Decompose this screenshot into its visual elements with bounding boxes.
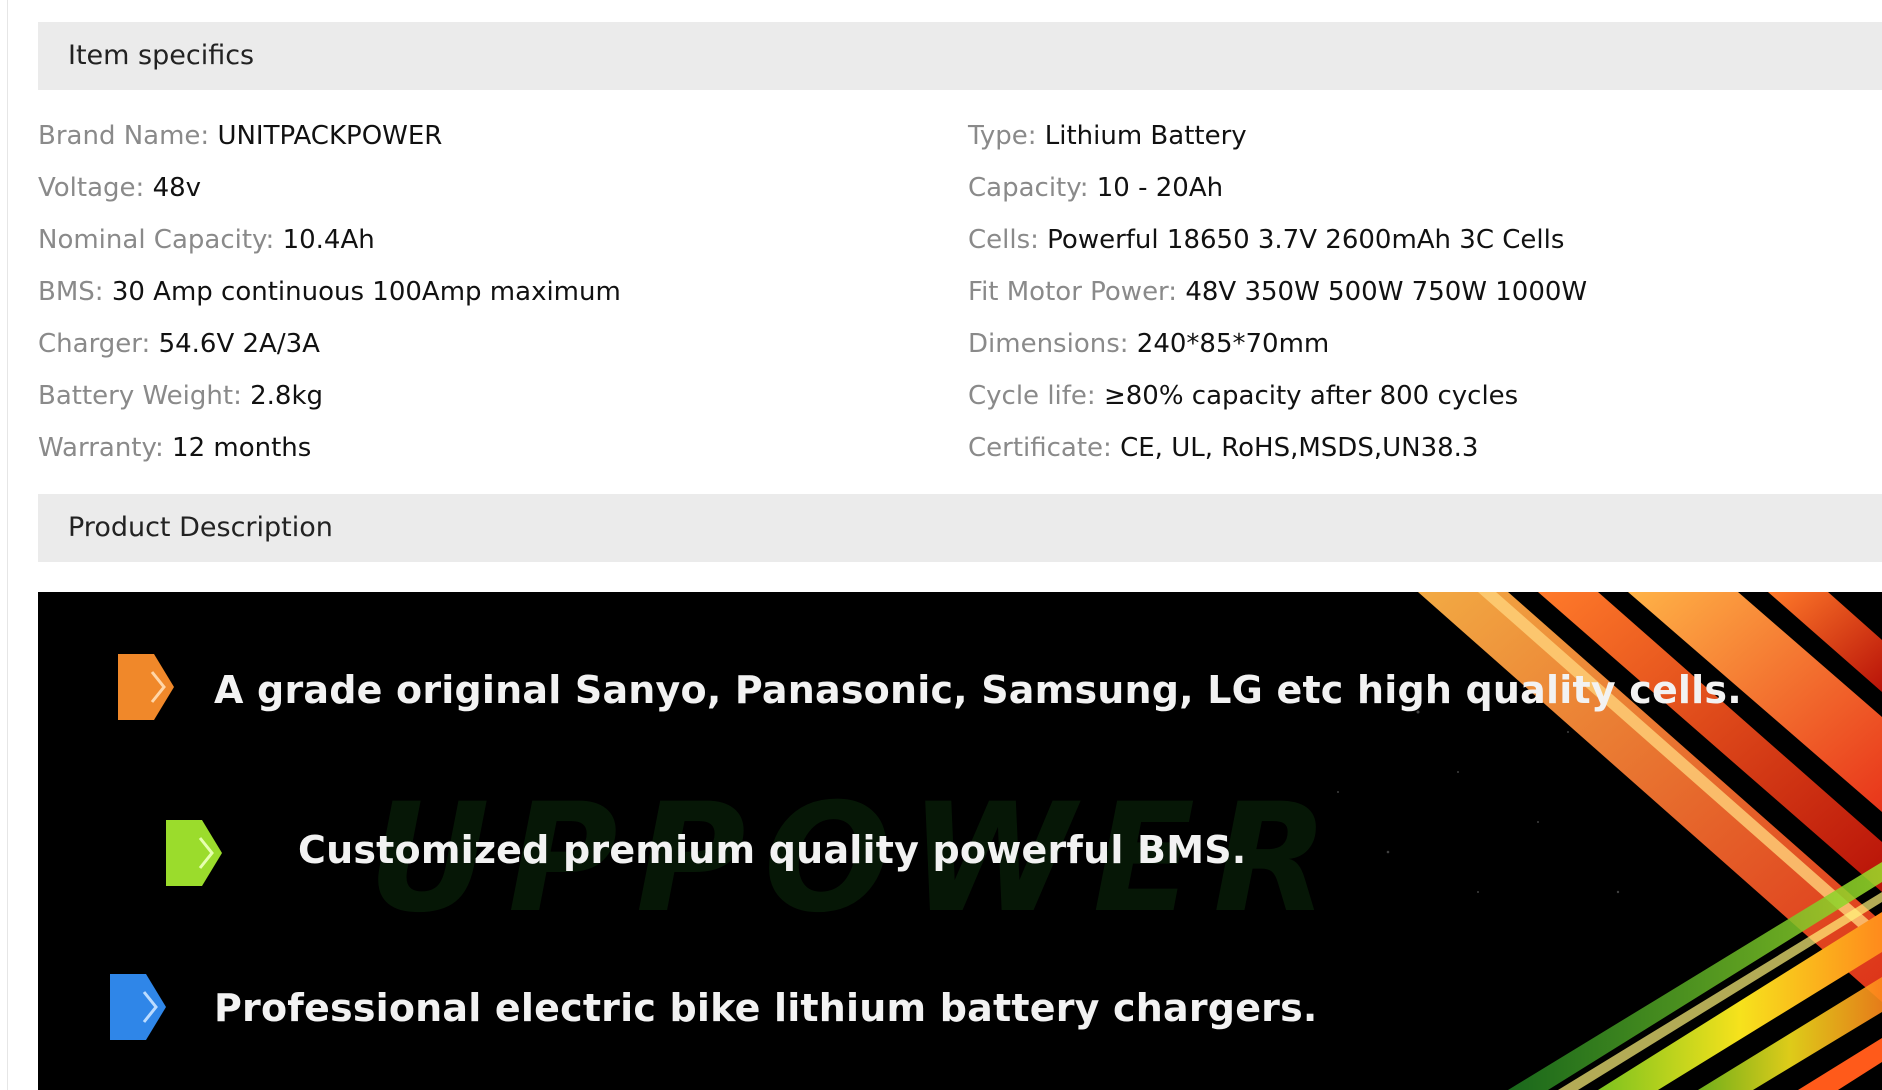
spec-row: Fit Motor Power: 48V 350W 500W 750W 1000… — [968, 266, 1587, 318]
spec-row: Nominal Capacity: 10.4Ah — [38, 214, 375, 266]
product-banner-image: UPPOWER A grade original Sanyo, Panasoni… — [38, 592, 1882, 1090]
spec-value: 12 months — [172, 433, 312, 463]
spec-row: Cycle life: ≥80% capacity after 800 cycl… — [968, 370, 1518, 422]
spec-row: Capacity: 10 - 20Ah — [968, 162, 1223, 214]
spec-row: Dimensions: 240*85*70mm — [968, 318, 1329, 370]
spec-value: 2.8kg — [250, 381, 324, 411]
spec-key: BMS: — [38, 277, 104, 307]
banner-feature-3: Professional electric bike lithium batte… — [214, 986, 1318, 1030]
banner-feature-2: Customized premium quality powerful BMS. — [298, 828, 1247, 872]
item-specifics-title: Item specifics — [68, 40, 255, 71]
spec-key: Certificate: — [968, 433, 1112, 463]
spec-key: Cells: — [968, 225, 1039, 255]
spec-key: Capacity: — [968, 173, 1089, 203]
spec-value: CE, UL, RoHS,MSDS,UN38.3 — [1120, 433, 1479, 463]
spec-row: Certificate: CE, UL, RoHS,MSDS,UN38.3 — [968, 422, 1478, 474]
page-left-border — [7, 0, 8, 1090]
spec-value: 54.6V 2A/3A — [158, 329, 320, 359]
spec-row: Charger: 54.6V 2A/3A — [38, 318, 320, 370]
spec-row: Warranty: 12 months — [38, 422, 311, 474]
spec-value: ≥80% capacity after 800 cycles — [1103, 381, 1519, 411]
spec-value: 30 Amp continuous 100Amp maximum — [111, 277, 621, 307]
spec-key: Fit Motor Power: — [968, 277, 1178, 307]
spec-key: Brand Name: — [38, 121, 210, 151]
product-description-header: Product Description — [38, 494, 1882, 562]
spec-row: BMS: 30 Amp continuous 100Amp maximum — [38, 266, 621, 318]
spec-row: Voltage: 48v — [38, 162, 201, 214]
item-specifics-header: Item specifics — [38, 22, 1882, 90]
spec-value: 10 - 20Ah — [1096, 173, 1224, 203]
orange-tag-icon — [118, 654, 174, 720]
spec-key: Nominal Capacity: — [38, 225, 275, 255]
spec-key: Type: — [968, 121, 1037, 151]
spec-key: Cycle life: — [968, 381, 1096, 411]
spec-row: Type: Lithium Battery — [968, 110, 1247, 162]
spec-value: UNITPACKPOWER — [217, 121, 443, 151]
spec-key: Warranty: — [38, 433, 164, 463]
spec-row: Battery Weight: 2.8kg — [38, 370, 323, 422]
spec-key: Voltage: — [38, 173, 145, 203]
spec-value: Lithium Battery — [1044, 121, 1247, 151]
spec-key: Charger: — [38, 329, 151, 359]
green-tag-icon — [166, 820, 222, 886]
banner-feature-1: A grade original Sanyo, Panasonic, Samsu… — [214, 668, 1742, 712]
blue-tag-icon — [110, 974, 166, 1040]
spec-row: Brand Name: UNITPACKPOWER — [38, 110, 442, 162]
spec-value: 48v — [152, 173, 202, 203]
spec-value: 240*85*70mm — [1136, 329, 1330, 359]
spec-value: 10.4Ah — [282, 225, 375, 255]
item-specifics-list: Brand Name: UNITPACKPOWER Voltage: 48v N… — [38, 110, 1882, 480]
spec-value: 48V 350W 500W 750W 1000W — [1185, 277, 1588, 307]
spec-value: Powerful 18650 3.7V 2600mAh 3C Cells — [1047, 225, 1565, 255]
spec-key: Battery Weight: — [38, 381, 242, 411]
product-description-title: Product Description — [68, 512, 333, 543]
spec-row: Cells: Powerful 18650 3.7V 2600mAh 3C Ce… — [968, 214, 1564, 266]
spec-key: Dimensions: — [968, 329, 1129, 359]
